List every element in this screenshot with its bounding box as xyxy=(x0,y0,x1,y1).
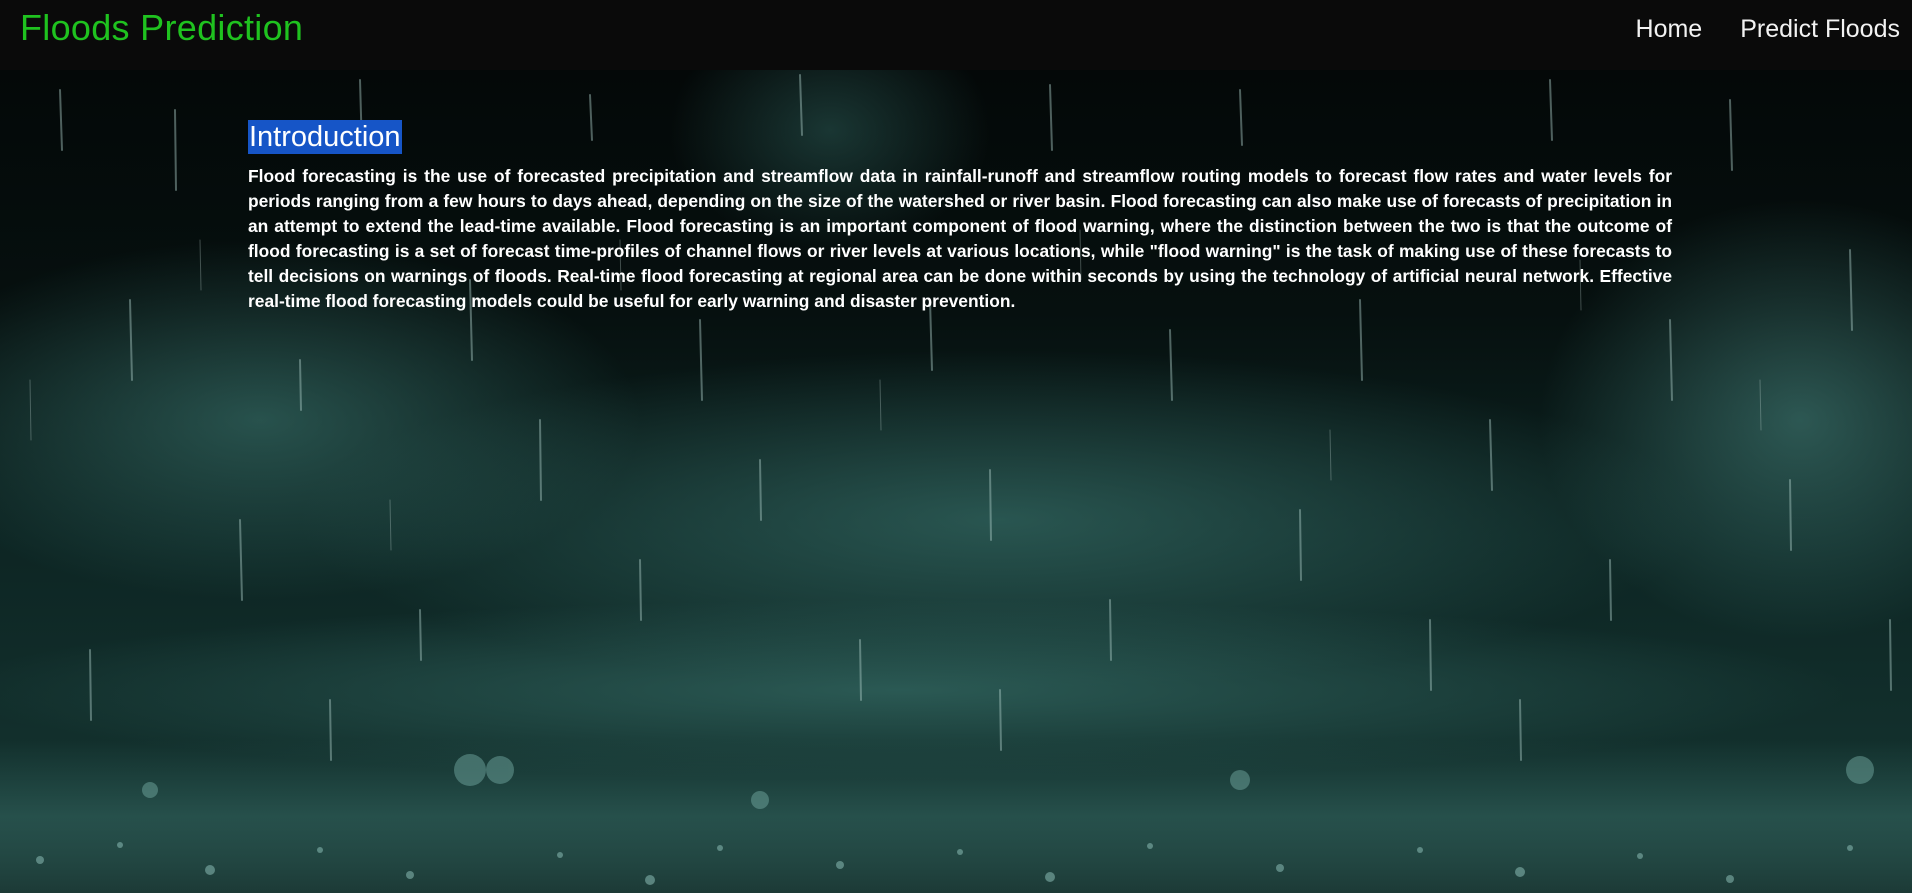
nav-predict-floods-link[interactable]: Predict Floods xyxy=(1740,14,1900,44)
page: Floods Prediction Home Predict Floods In… xyxy=(0,0,1912,893)
brand-title[interactable]: Floods Prediction xyxy=(20,8,303,48)
intro-paragraph: Flood forecasting is the use of forecast… xyxy=(248,166,1672,311)
nav-links: Home Predict Floods xyxy=(1636,14,1900,44)
intro-section: Introduction Flood forecasting is the us… xyxy=(248,120,1672,314)
nav-home-link[interactable]: Home xyxy=(1636,14,1703,44)
top-navbar: Floods Prediction Home Predict Floods xyxy=(0,0,1912,70)
intro-heading: Introduction xyxy=(248,120,402,154)
